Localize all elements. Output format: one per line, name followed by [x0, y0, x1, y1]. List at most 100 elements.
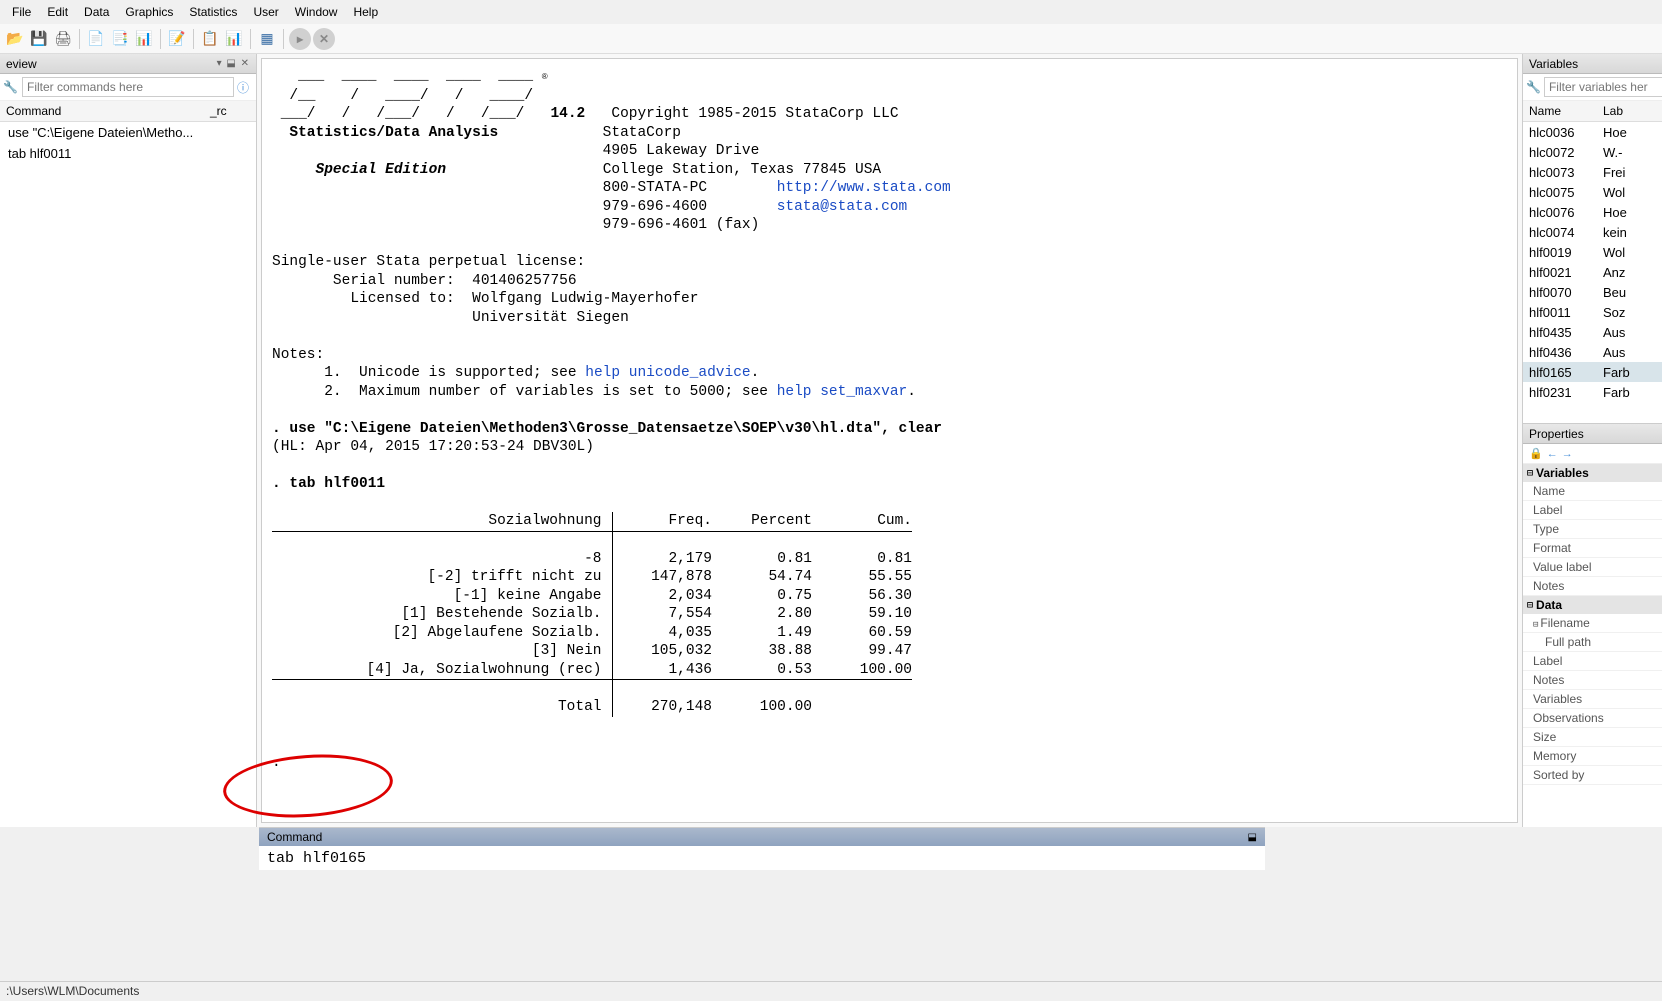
- collapse-icon[interactable]: ⊟: [1527, 468, 1533, 479]
- tab-output-table: SozialwohnungFreq.PercentCum. -82,1790.8…: [272, 512, 912, 717]
- menu-user[interactable]: User: [245, 2, 286, 22]
- property-row[interactable]: Notes: [1523, 577, 1662, 596]
- print-icon[interactable]: 🖨: [52, 28, 74, 50]
- property-row[interactable]: Label: [1523, 652, 1662, 671]
- variable-row[interactable]: hlc0036Hoe: [1523, 122, 1662, 142]
- property-row[interactable]: Memory: [1523, 747, 1662, 766]
- column-rc[interactable]: _rc: [210, 104, 250, 118]
- props-section-data[interactable]: ⊟Data: [1523, 596, 1662, 614]
- table-row: [1] Bestehende Sozialb.7,5542.8059.10: [272, 605, 912, 624]
- break-icon[interactable]: ✕: [313, 28, 335, 50]
- table-row: [-1] keine Angabe2,0340.7556.30: [272, 587, 912, 606]
- property-row[interactable]: Label: [1523, 501, 1662, 520]
- property-row[interactable]: Notes: [1523, 671, 1662, 690]
- table-row: [-2] trifft nicht zu147,87854.7455.55: [272, 568, 912, 587]
- property-row[interactable]: Value label: [1523, 558, 1662, 577]
- separator: [79, 29, 80, 49]
- property-row[interactable]: Format: [1523, 539, 1662, 558]
- continue-icon[interactable]: ▸: [289, 28, 311, 50]
- variable-row[interactable]: hlc0076Hoe: [1523, 202, 1662, 222]
- menu-statistics[interactable]: Statistics: [181, 2, 245, 22]
- review-filter-input[interactable]: [22, 77, 234, 97]
- variable-row[interactable]: hlc0074kein: [1523, 222, 1662, 242]
- property-row[interactable]: Size: [1523, 728, 1662, 747]
- menu-file[interactable]: File: [4, 2, 39, 22]
- props-section-variables[interactable]: ⊟Variables: [1523, 464, 1662, 482]
- table-total-row: Total270,148100.00: [272, 698, 912, 717]
- open-icon[interactable]: 📂: [4, 28, 26, 50]
- status-bar: :\Users\WLM\Documents: [0, 981, 1662, 1001]
- review-panel-header: eview ▾ ⬓ ✕: [0, 54, 256, 74]
- do-editor-icon[interactable]: 📝: [166, 28, 188, 50]
- review-item[interactable]: tab hlf0011: [0, 143, 256, 164]
- graph-icon[interactable]: 📊: [133, 28, 155, 50]
- variable-row[interactable]: hlf0021Anz: [1523, 262, 1662, 282]
- column-command[interactable]: Command: [6, 104, 210, 118]
- command-input[interactable]: [259, 846, 1265, 870]
- properties-panel-header: Properties: [1523, 424, 1662, 444]
- arrow-right-icon[interactable]: →: [1562, 448, 1573, 460]
- command-title: Command: [267, 830, 322, 844]
- menu-window[interactable]: Window: [287, 2, 346, 22]
- link-unicode-advice[interactable]: help unicode_advice: [585, 365, 750, 381]
- results-output[interactable]: ___ ____ ____ ____ ____ ® /__ / ____/ / …: [261, 58, 1518, 823]
- review-columns: Command _rc: [0, 101, 256, 122]
- separator: [193, 29, 194, 49]
- menu-edit[interactable]: Edit: [39, 2, 76, 22]
- variable-row[interactable]: hlc0073Frei: [1523, 162, 1662, 182]
- column-name[interactable]: Name: [1529, 104, 1603, 118]
- variables-manager-icon[interactable]: ▦: [256, 28, 278, 50]
- separator: [160, 29, 161, 49]
- variable-row[interactable]: hlf0165Farb: [1523, 362, 1662, 382]
- variable-row[interactable]: hlf0070Beu: [1523, 282, 1662, 302]
- variable-row[interactable]: hlf0231Farb: [1523, 382, 1662, 402]
- variable-row[interactable]: hlf0019Wol: [1523, 242, 1662, 262]
- save-icon[interactable]: 💾: [28, 28, 50, 50]
- viewer-icon[interactable]: 📑: [109, 28, 131, 50]
- property-row[interactable]: Name: [1523, 482, 1662, 501]
- variable-row[interactable]: hlf0435Aus: [1523, 322, 1662, 342]
- properties-panel: Properties 🔒 ← → ⊟Variables NameLabelTyp…: [1523, 424, 1662, 827]
- properties-title: Properties: [1529, 427, 1584, 441]
- table-row: [2] Abgelaufene Sozialb.4,0351.4960.59: [272, 624, 912, 643]
- variables-filter-input[interactable]: [1544, 77, 1662, 97]
- collapse-icon[interactable]: ⊟: [1527, 600, 1533, 611]
- review-title: eview: [6, 57, 37, 71]
- variables-list[interactable]: hlc0036Hoehlc0072W.-hlc0073Freihlc0075Wo…: [1523, 122, 1662, 423]
- arrow-left-icon[interactable]: ←: [1547, 448, 1558, 460]
- variable-row[interactable]: hlc0075Wol: [1523, 182, 1662, 202]
- data-browser-icon[interactable]: 📊: [223, 28, 245, 50]
- menu-help[interactable]: Help: [345, 2, 386, 22]
- variable-row[interactable]: hlf0436Aus: [1523, 342, 1662, 362]
- property-row[interactable]: Full path: [1523, 633, 1662, 652]
- property-row[interactable]: Observations: [1523, 709, 1662, 728]
- status-path: :\Users\WLM\Documents: [6, 984, 139, 998]
- menu-graphics[interactable]: Graphics: [117, 2, 181, 22]
- log-icon[interactable]: 📄: [85, 28, 107, 50]
- link-email[interactable]: stata@stata.com: [777, 199, 908, 215]
- menu-data[interactable]: Data: [76, 2, 117, 22]
- property-row[interactable]: Sorted by: [1523, 766, 1662, 785]
- variables-panel-header: Variables: [1523, 54, 1662, 74]
- info-icon[interactable]: ⓘ: [237, 79, 253, 96]
- property-row[interactable]: ⊟Filename: [1523, 614, 1662, 633]
- pin-icon[interactable]: ⬓: [1248, 832, 1257, 843]
- property-row[interactable]: Variables: [1523, 690, 1662, 709]
- variables-title: Variables: [1529, 57, 1578, 71]
- variable-row[interactable]: hlf0011Soz: [1523, 302, 1662, 322]
- link-set-maxvar[interactable]: help set_maxvar: [777, 384, 908, 400]
- property-row[interactable]: Type: [1523, 520, 1662, 539]
- table-row: -82,1790.810.81: [272, 550, 912, 569]
- tool-bar: 📂 💾 🖨 📄 📑 📊 📝 📋 📊 ▦ ▸ ✕: [0, 24, 1662, 54]
- lock-icon[interactable]: 🔒: [1529, 447, 1543, 460]
- data-editor-icon[interactable]: 📋: [199, 28, 221, 50]
- review-list: use "C:\Eigene Dateien\Metho... tab hlf0…: [0, 122, 256, 827]
- review-item[interactable]: use "C:\Eigene Dateien\Metho...: [0, 122, 256, 143]
- column-label[interactable]: Lab: [1603, 104, 1623, 118]
- review-panel: eview ▾ ⬓ ✕ 🔧 ⓘ Command _rc use "C:\Eige…: [0, 54, 257, 827]
- results-pane: ___ ____ ____ ____ ____ ® /__ / ____/ / …: [257, 54, 1522, 827]
- link-website[interactable]: http://www.stata.com: [777, 180, 951, 196]
- variable-row[interactable]: hlc0072W.-: [1523, 142, 1662, 162]
- panel-controls[interactable]: ▾ ⬓ ✕: [217, 58, 250, 69]
- search-icon: 🔧: [1526, 80, 1541, 94]
